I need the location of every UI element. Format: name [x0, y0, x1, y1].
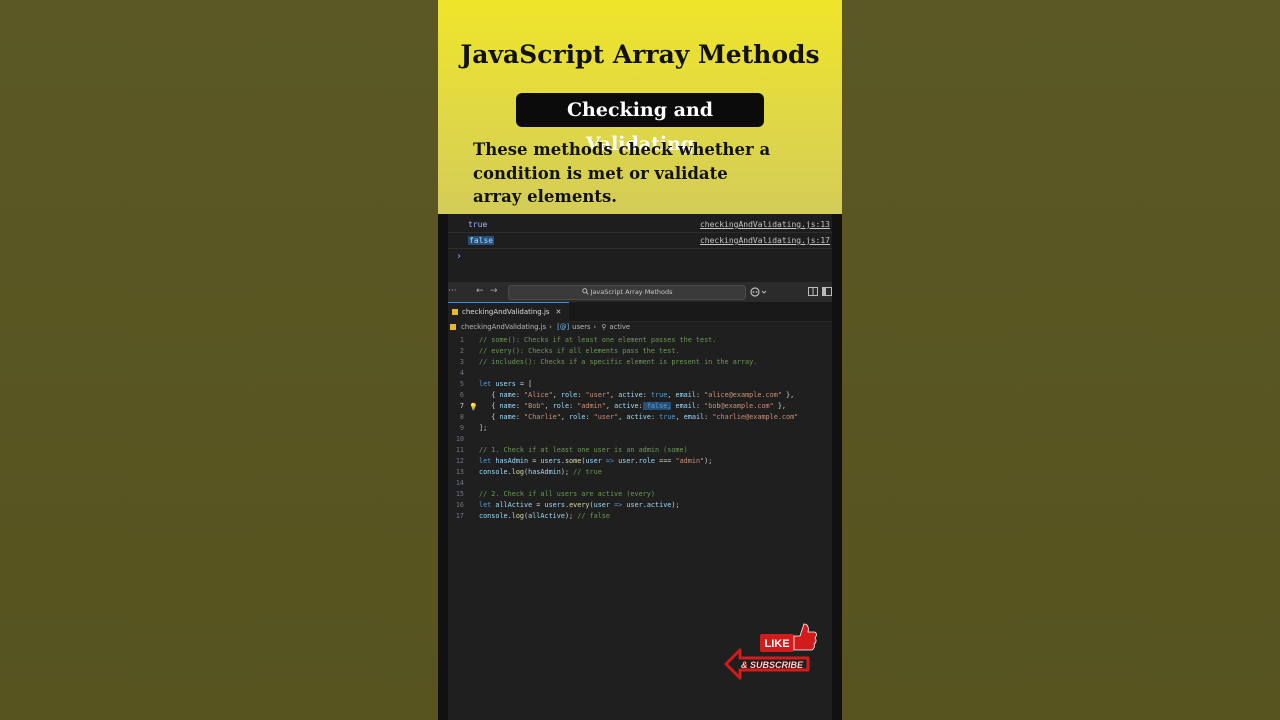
- code-line: 1// some(): Checks if at least one eleme…: [459, 336, 717, 344]
- console-source-link[interactable]: checkingAndValidating.js:17: [700, 236, 830, 245]
- breadcrumb-variable[interactable]: users: [572, 323, 590, 331]
- title-banner: JavaScript Array Methods Checking and Va…: [438, 0, 842, 214]
- layout-icon[interactable]: [808, 287, 818, 296]
- right-background: [842, 0, 1280, 720]
- console-source-link[interactable]: checkingAndValidating.js:13: [700, 220, 830, 229]
- command-center-search[interactable]: JavaScript Array Methods: [508, 285, 746, 300]
- code-area[interactable]: 1// some(): Checks if at least one eleme…: [448, 335, 832, 522]
- breadcrumb: checkingAndValidating.js › [@] users › ⚲ act…: [450, 323, 633, 331]
- code-line: 10: [455, 435, 464, 443]
- devtools-console: true checkingAndValidating.js:13 false c…: [448, 214, 832, 282]
- tab-label: checkingAndValidating.js: [462, 308, 550, 316]
- code-line: 2// every(): Checks if all elements pass…: [459, 347, 680, 355]
- code-line: 11// 1. Check if at least one user is an…: [455, 446, 688, 454]
- chevron-right-icon: ›: [593, 323, 597, 331]
- code-line: 12 let hasAdmin = users.some(user => user…: [455, 457, 713, 465]
- console-row: true checkingAndValidating.js:13: [448, 216, 832, 233]
- js-file-icon: [450, 324, 456, 330]
- code-line: 6 { name: "Alice", role: "user", active:…: [459, 391, 795, 399]
- code-line: 3// includes(): Checks if a specific ele…: [459, 358, 758, 366]
- code-line: 13 console.log(hasAdmin); // true: [455, 468, 602, 476]
- code-line: 4: [459, 369, 464, 377]
- forward-arrow-icon[interactable]: →: [490, 286, 498, 296]
- thumbs-up-icon: [793, 623, 817, 651]
- console-value: true: [468, 220, 488, 229]
- sidebar-toggle-icon[interactable]: [822, 287, 832, 296]
- code-line: 16 let allActive = users.every(user => us…: [455, 501, 680, 509]
- breadcrumb-property[interactable]: active: [609, 323, 630, 331]
- subtitle-pill: Checking and Validating: [516, 93, 764, 155]
- page-title: JavaScript Array Methods: [460, 40, 820, 69]
- code-line: 8 { name: "Charlie", role: "user", activ…: [459, 413, 799, 421]
- more-icon[interactable]: ···: [448, 286, 457, 296]
- console-prompt[interactable]: ›: [456, 251, 462, 262]
- code-line: 15// 2. Check if all users are active (e…: [455, 490, 655, 498]
- left-background: [0, 0, 438, 720]
- code-line: 9];: [459, 424, 488, 432]
- console-row: false checkingAndValidating.js:17: [448, 232, 832, 249]
- variable-icon: [@]: [557, 323, 570, 331]
- breadcrumb-file[interactable]: checkingAndValidating.js: [461, 323, 546, 331]
- like-subscribe-badge[interactable]: LIKE & SUBSCRIBE: [724, 620, 818, 688]
- editor-title-bar: ··· ← → JavaScript Array Methods: [448, 282, 832, 302]
- code-line: 17 console.log(allActive); // false: [455, 512, 610, 520]
- js-file-icon: [452, 309, 458, 315]
- close-icon[interactable]: ✕: [556, 308, 562, 316]
- tab-checking-and-validating[interactable]: checkingAndValidating.js ✕: [448, 302, 570, 322]
- code-line: 7 💡 { name: "Bob", role: "admin", active:…: [459, 402, 787, 411]
- copilot-icon[interactable]: [750, 287, 768, 297]
- back-arrow-icon[interactable]: ←: [476, 286, 484, 296]
- like-label: LIKE: [764, 638, 789, 650]
- code-line: 14: [455, 479, 464, 487]
- code-line: 5 let users = [: [459, 380, 533, 388]
- search-icon: [581, 288, 589, 295]
- chevron-right-icon: ›: [549, 323, 552, 331]
- description-text: These methods check whether a condition …: [473, 140, 771, 206]
- search-label: JavaScript Array Methods: [590, 288, 673, 296]
- wrench-icon: ⚲: [601, 323, 607, 331]
- console-value: false: [468, 236, 495, 245]
- editor-tab-bar: checkingAndValidating.js ✕: [448, 302, 832, 322]
- subscribe-label: & SUBSCRIBE: [741, 660, 804, 670]
- video-card: JavaScript Array Methods Checking and Va…: [438, 0, 842, 720]
